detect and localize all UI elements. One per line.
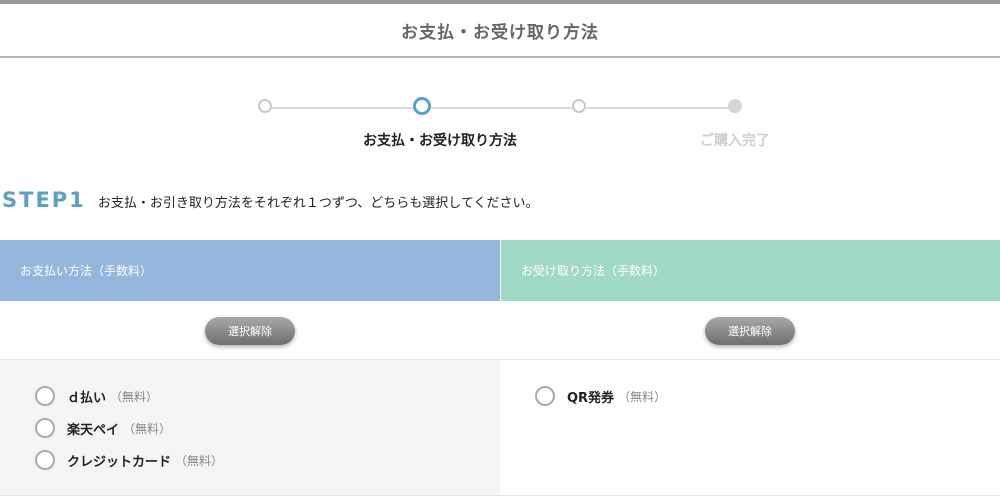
receive-option-qr-ticket[interactable]: QR発券 （無料） (535, 386, 666, 406)
payment-option-d-barai[interactable]: ｄ払い （無料） (35, 386, 158, 406)
radio-button[interactable] (35, 450, 55, 470)
divider (0, 495, 1000, 496)
stepper-connector (272, 107, 414, 109)
step-2-label: お支払・お受け取り方法 (363, 133, 517, 149)
stepper-connector (586, 107, 729, 109)
step1-heading: STEP1 お支払・お引き取り方法をそれぞれ１つずつ、どちらも選択してください。 (2, 188, 539, 212)
option-name: 楽天ペイ (67, 422, 120, 438)
option-fee: （無料） (618, 389, 667, 404)
option-fee: （無料） (123, 421, 172, 436)
radio-button[interactable] (535, 386, 555, 406)
payment-option-credit-card[interactable]: クレジットカード （無料） (35, 450, 223, 470)
stepper-connector (431, 107, 572, 109)
receive-method-header-label: お受け取り方法（手数料） (521, 264, 666, 278)
page-title: お支払・お受け取り方法 (401, 22, 599, 43)
payment-method-header: お支払い方法（手数料） (0, 240, 500, 301)
page-header: お支払・お受け取り方法 (0, 4, 1000, 58)
step-tag: STEP1 (2, 188, 86, 212)
radio-button[interactable] (35, 386, 55, 406)
option-fee: （無料） (110, 389, 159, 404)
receive-options-panel (500, 360, 1000, 495)
step-4-dot (728, 99, 742, 113)
radio-button[interactable] (35, 418, 55, 438)
receive-clear-button[interactable]: 選択解除 (705, 317, 795, 345)
step-4-label: ご購入完了 (700, 133, 770, 149)
step-1-dot (258, 99, 272, 113)
option-name: クレジットカード (67, 454, 172, 470)
receive-method-header: お受け取り方法（手数料） (501, 240, 1000, 301)
option-fee: （無料） (175, 453, 224, 468)
payment-option-rakuten-pay[interactable]: 楽天ペイ （無料） (35, 418, 171, 438)
option-name: ｄ払い (67, 390, 107, 406)
step-instruction: お支払・お引き取り方法をそれぞれ１つずつ、どちらも選択してください。 (97, 196, 539, 211)
step-3-dot (572, 99, 586, 113)
payment-clear-button[interactable]: 選択解除 (205, 317, 295, 345)
option-name: QR発券 (567, 390, 615, 406)
step-2-dot-active (413, 97, 431, 115)
payment-method-header-label: お支払い方法（手数料） (20, 264, 153, 278)
